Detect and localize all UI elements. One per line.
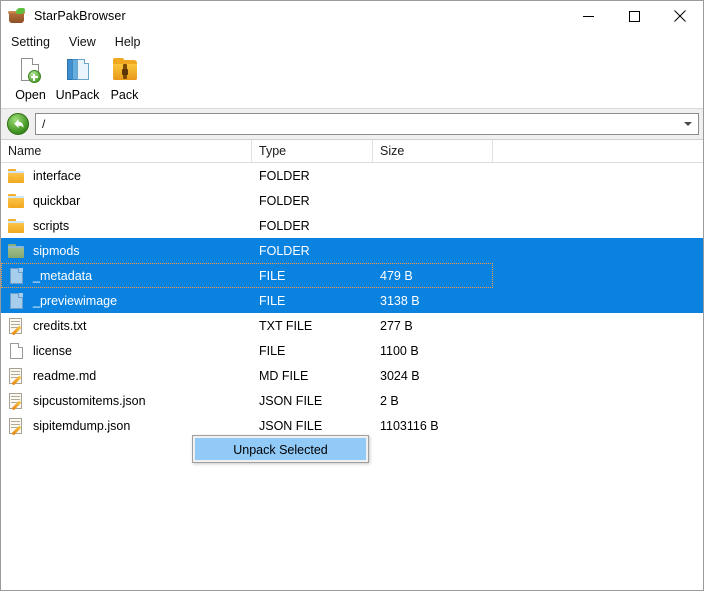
file-name: interface	[33, 168, 81, 183]
folder-icon	[8, 192, 25, 210]
column-header-name[interactable]: Name	[1, 140, 252, 162]
open-button-label: Open	[15, 88, 46, 102]
app-window: StarPakBrowser Setting View Help Open Un…	[0, 0, 704, 591]
table-row[interactable]: readme.md MD FILE 3024 B	[1, 363, 703, 388]
column-header-type[interactable]: Type	[252, 140, 373, 162]
file-icon	[8, 342, 25, 360]
cell-size: 277 B	[380, 318, 413, 333]
cell-type: JSON FILE	[259, 418, 323, 433]
list-header: Name Type Size	[1, 140, 703, 163]
text-file-icon	[8, 392, 25, 410]
unpack-button[interactable]: UnPack	[54, 54, 101, 106]
back-arrow-icon[interactable]	[5, 111, 31, 137]
cell-name: _metadata	[1, 267, 252, 285]
table-row[interactable]: license FILE 1100 B	[1, 338, 703, 363]
path-input[interactable]: /	[35, 113, 699, 135]
cell-type: JSON FILE	[259, 393, 323, 408]
window-controls	[565, 1, 703, 31]
cell-name: scripts	[1, 217, 252, 235]
cell-name: sipitemdump.json	[1, 417, 252, 435]
table-row[interactable]: quickbar FOLDER	[1, 188, 703, 213]
cell-type: FOLDER	[259, 243, 310, 258]
cell-size: 479 B	[380, 268, 413, 283]
cell-name: license	[1, 342, 252, 360]
cell-name: sipcustomitems.json	[1, 392, 252, 410]
file-icon	[8, 267, 25, 285]
pack-folder-icon	[109, 57, 141, 87]
menu-bar: Setting View Help	[1, 31, 703, 53]
close-icon[interactable]	[657, 1, 703, 31]
unpack-button-label: UnPack	[55, 88, 100, 102]
cell-type: FOLDER	[259, 218, 310, 233]
file-icon	[8, 292, 25, 310]
cell-size: 2 B	[380, 393, 399, 408]
file-name: sipcustomitems.json	[33, 393, 146, 408]
unpack-icon	[62, 57, 94, 87]
folder-icon	[8, 217, 25, 235]
table-row[interactable]: _previewimage FILE 3138 B	[1, 288, 703, 313]
cell-type: FILE	[259, 343, 286, 358]
pot-icon	[8, 7, 26, 25]
file-name: readme.md	[33, 368, 97, 383]
minimize-icon[interactable]	[565, 1, 611, 31]
text-file-icon	[8, 367, 25, 385]
menu-item-view[interactable]: View	[65, 33, 104, 51]
file-name: scripts	[33, 218, 70, 233]
file-name: license	[33, 343, 72, 358]
text-file-icon	[8, 417, 25, 435]
cell-size: 3024 B	[380, 368, 420, 383]
cell-size: 3138 B	[380, 293, 420, 308]
cell-name: quickbar	[1, 192, 252, 210]
cell-name: readme.md	[1, 367, 252, 385]
table-row[interactable]: credits.txt TXT FILE 277 B	[1, 313, 703, 338]
toolbar: Open UnPack Pack	[1, 53, 703, 109]
address-bar: /	[1, 109, 703, 140]
file-name: _metadata	[33, 268, 93, 283]
cell-type: FOLDER	[259, 193, 310, 208]
table-row[interactable]: interface FOLDER	[1, 163, 703, 188]
pack-button-label: Pack	[110, 88, 139, 102]
menu-item-setting[interactable]: Setting	[7, 33, 58, 51]
path-value: /	[42, 117, 46, 131]
pack-button[interactable]: Pack	[101, 54, 148, 106]
folder-icon	[8, 167, 25, 185]
cell-type: TXT FILE	[259, 318, 313, 333]
context-menu-item-unpack-selected[interactable]: Unpack Selected	[195, 438, 366, 460]
cell-type: FOLDER	[259, 168, 310, 183]
column-header-size[interactable]: Size	[373, 140, 493, 162]
file-name: quickbar	[33, 193, 81, 208]
chevron-down-icon[interactable]	[684, 122, 692, 126]
maximize-icon[interactable]	[611, 1, 657, 31]
cell-name: credits.txt	[1, 317, 252, 335]
context-menu: Unpack Selected	[192, 435, 369, 463]
file-name: sipitemdump.json	[33, 418, 131, 433]
open-file-icon	[15, 57, 47, 87]
cell-size: 1100 B	[380, 343, 419, 358]
cell-name: sipmods	[1, 242, 252, 260]
table-row[interactable]: sipcustomitems.json JSON FILE 2 B	[1, 388, 703, 413]
cell-type: FILE	[259, 293, 286, 308]
menu-item-help[interactable]: Help	[111, 33, 149, 51]
folder-icon	[8, 242, 25, 260]
file-name: credits.txt	[33, 318, 87, 333]
title-bar: StarPakBrowser	[1, 1, 703, 31]
cell-type: MD FILE	[259, 368, 309, 383]
cell-name: _previewimage	[1, 292, 252, 310]
cell-size: 1103116 B	[380, 418, 439, 433]
table-row[interactable]: _metadata FILE 479 B	[1, 263, 703, 288]
cell-name: interface	[1, 167, 252, 185]
open-button[interactable]: Open	[7, 54, 54, 106]
cell-type: FILE	[259, 268, 286, 283]
text-file-icon	[8, 317, 25, 335]
file-list: interface FOLDER quickbar FOLDER scripts FOLD…	[1, 163, 703, 590]
table-row[interactable]: scripts FOLDER	[1, 213, 703, 238]
table-row[interactable]: sipmods FOLDER	[1, 238, 703, 263]
file-name: sipmods	[33, 243, 80, 258]
file-name: _previewimage	[33, 293, 118, 308]
window-title: StarPakBrowser	[34, 9, 126, 23]
